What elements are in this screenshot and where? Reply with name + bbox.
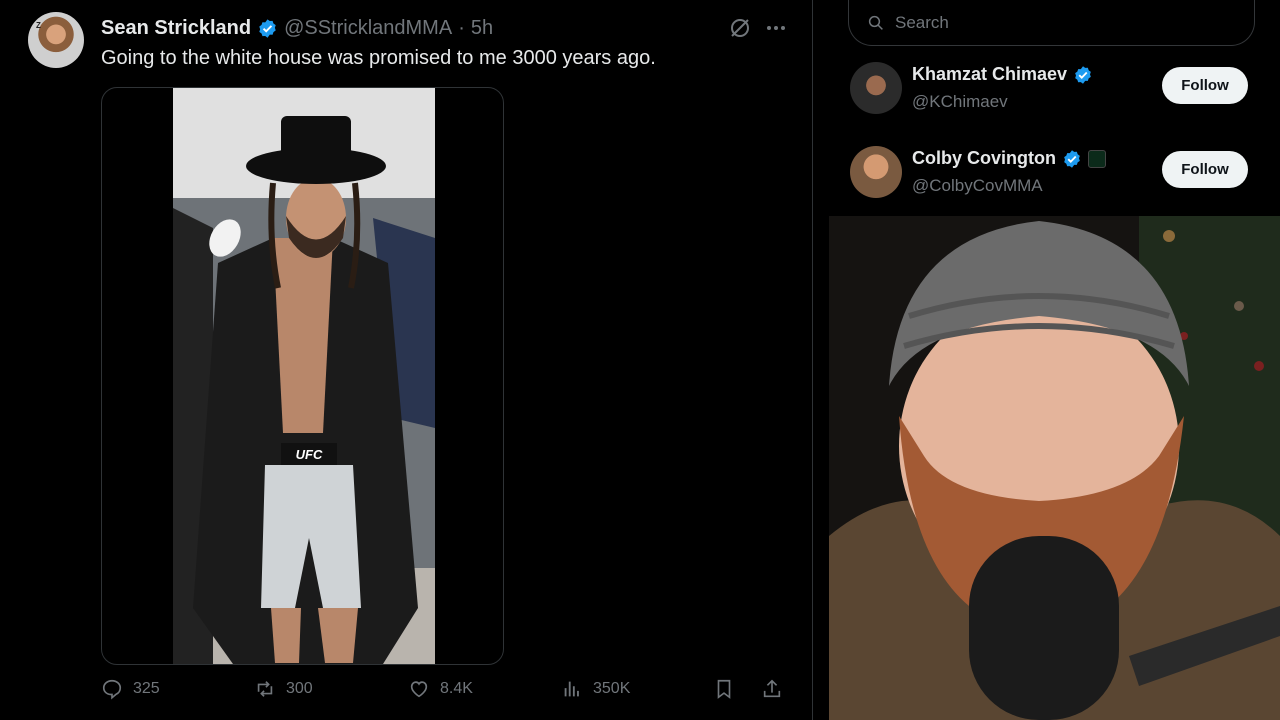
streamer-webcam-overlay bbox=[829, 216, 1280, 720]
like-button[interactable]: 8.4K bbox=[408, 678, 473, 700]
verified-badge-icon bbox=[259, 18, 276, 38]
views-button[interactable]: 350K bbox=[561, 678, 630, 700]
timeline-column: Z Sean Strickland @SStricklandMMA · 5h G… bbox=[0, 0, 813, 720]
tweet-media[interactable]: UFC bbox=[101, 87, 504, 665]
bookmark-button[interactable] bbox=[713, 678, 745, 700]
search-box[interactable] bbox=[848, 0, 1255, 46]
heart-icon bbox=[410, 681, 428, 698]
author-name[interactable]: Sean Strickland bbox=[101, 17, 251, 40]
more-options-icon[interactable] bbox=[764, 16, 788, 40]
user-handle[interactable]: @KChimaev bbox=[912, 92, 1008, 112]
who-to-follow-item[interactable]: Khamzat Chimaev @KChimaev Follow bbox=[848, 62, 1258, 122]
search-icon bbox=[868, 15, 883, 30]
share-icon bbox=[763, 679, 781, 698]
reply-button[interactable]: 325 bbox=[101, 678, 160, 700]
tweet-photo[interactable]: UFC bbox=[173, 88, 435, 664]
who-to-follow-item[interactable]: Colby Covington @ColbyCovMMA Follow bbox=[848, 146, 1258, 206]
tweet-actions: 325 300 8.4K 350K bbox=[101, 678, 791, 706]
search-input[interactable] bbox=[895, 12, 1225, 33]
user-avatar[interactable] bbox=[850, 62, 902, 114]
ufc-waistband-label: UFC bbox=[296, 447, 323, 462]
user-handle[interactable]: @ColbyCovMMA bbox=[912, 176, 1043, 196]
tweet-header: Sean Strickland @SStricklandMMA · 5h bbox=[101, 16, 493, 40]
separator-dot: · bbox=[458, 16, 465, 39]
grok-icon[interactable] bbox=[728, 16, 752, 40]
repost-count: 300 bbox=[286, 680, 313, 697]
share-button[interactable] bbox=[761, 678, 793, 700]
repost-icon bbox=[257, 681, 273, 697]
user-name-row: Colby Covington bbox=[912, 148, 1106, 169]
reply-count: 325 bbox=[133, 680, 160, 697]
reply-icon bbox=[102, 679, 122, 700]
tweet-text: Going to the white house was promised to… bbox=[101, 47, 656, 69]
view-count: 350K bbox=[593, 680, 631, 697]
user-avatar[interactable] bbox=[850, 146, 902, 198]
analytics-icon bbox=[564, 681, 579, 697]
user-name[interactable]: Khamzat Chimaev bbox=[912, 64, 1067, 85]
verified-badge-icon bbox=[1075, 65, 1091, 84]
follow-button[interactable]: Follow bbox=[1162, 67, 1248, 104]
verified-badge-icon bbox=[1064, 149, 1080, 168]
repost-button[interactable]: 300 bbox=[254, 678, 313, 700]
like-count: 8.4K bbox=[440, 680, 473, 697]
author-avatar[interactable]: Z bbox=[28, 12, 84, 68]
author-handle[interactable]: @SStricklandMMA bbox=[284, 17, 452, 40]
tweet-time[interactable]: 5h bbox=[471, 17, 493, 40]
bookmark-icon bbox=[717, 679, 731, 699]
follow-button[interactable]: Follow bbox=[1162, 151, 1248, 188]
user-name[interactable]: Colby Covington bbox=[912, 148, 1056, 169]
user-name-row: Khamzat Chimaev bbox=[912, 64, 1093, 85]
affiliate-badge-icon bbox=[1087, 149, 1106, 168]
